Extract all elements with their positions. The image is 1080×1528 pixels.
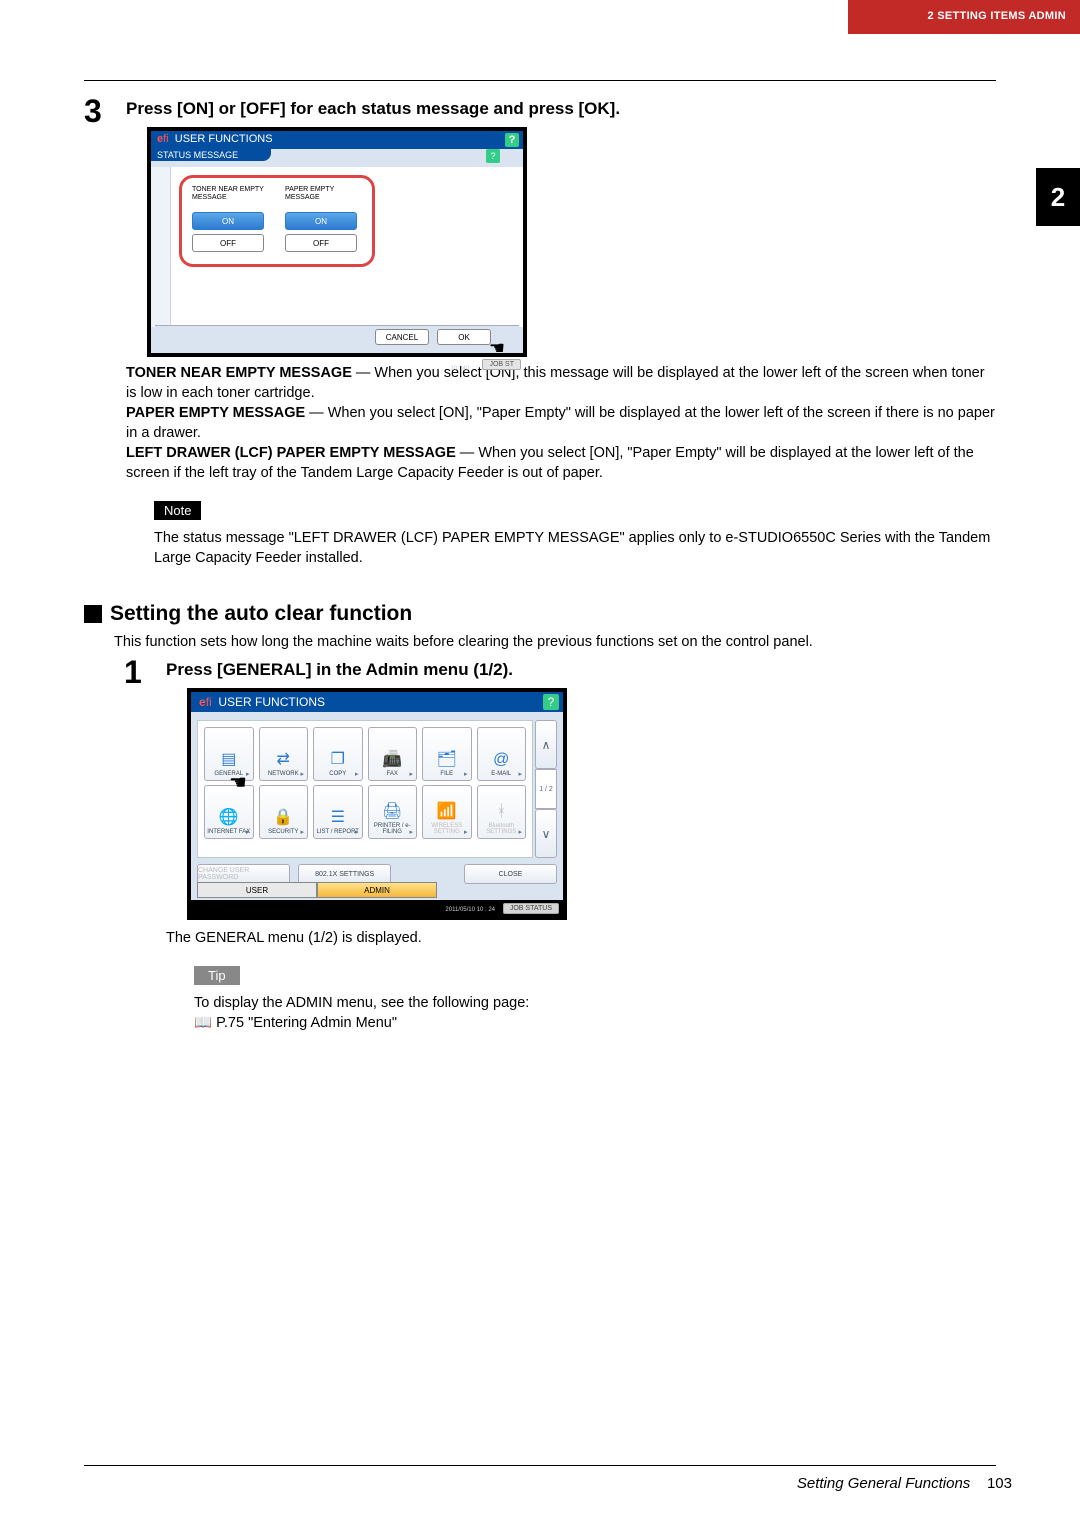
s1-title: USER FUNCTIONS (175, 133, 273, 145)
footer: Setting General Functions 103 (797, 1475, 1012, 1492)
help-icon[interactable]: ? (486, 149, 500, 163)
step-number: 3 (84, 95, 126, 568)
tip-line1: To display the ADMIN menu, see the follo… (194, 993, 996, 1013)
s1-footer: CANCEL OK (155, 325, 519, 349)
page-down-button[interactable]: ∨ (535, 809, 557, 858)
internet-fax-button[interactable]: 🌐INTERNET FAX▸ (204, 785, 254, 839)
header-section-bar: 2 SETTING ITEMS ADMIN (848, 0, 1080, 34)
paper-off-button[interactable]: OFF (285, 234, 357, 252)
network-button[interactable]: ⇄NETWORK▸ (259, 727, 309, 781)
page-up-button[interactable]: ∧ (535, 720, 557, 769)
list-report-button[interactable]: ☰LIST / REPORT▸ (313, 785, 363, 839)
desc2-bold: PAPER EMPTY MESSAGE (126, 405, 305, 421)
s2-datetime: 2011/05/10 10 : 24 (445, 907, 495, 913)
wireless-button[interactable]: 📶WIRELESS SETTING▸ (422, 785, 472, 839)
ok-button[interactable]: OK (437, 329, 491, 345)
file-button[interactable]: 🗂FILE▸ (422, 727, 472, 781)
job-status-button[interactable]: JOB ST (482, 359, 521, 370)
help-icon[interactable]: ? (543, 694, 559, 710)
footer-title: Setting General Functions (797, 1475, 970, 1492)
s1-titlebar: efi USER FUNCTIONS ? (151, 131, 523, 149)
pager: ∧ 1 / 2 ∨ (535, 720, 557, 858)
header-section-label: 2 SETTING ITEMS ADMIN (927, 10, 1066, 22)
status-message-screenshot: efi USER FUNCTIONS ? STATUS MESSAGE ? (147, 127, 527, 357)
s1-time: 10 : 40 (451, 366, 469, 372)
cancel-button[interactable]: CANCEL (375, 329, 429, 345)
desc3-bold: LEFT DRAWER (LCF) PAPER EMPTY MESSAGE (126, 445, 456, 461)
section-heading: Setting the auto clear function (84, 602, 996, 626)
section-heading-text: Setting the auto clear function (110, 602, 412, 626)
copy-button[interactable]: ❐COPY▸ (313, 727, 363, 781)
job-status-button[interactable]: JOB STATUS (503, 903, 559, 914)
note-text: The status message "LEFT DRAWER (LCF) PA… (154, 528, 996, 568)
step-title: Press [GENERAL] in the Admin menu (1/2). (166, 660, 996, 680)
highlight-outline: TONER NEAR EMPTY MESSAGE ON OFF PAPER EM… (179, 175, 375, 267)
step1-after-text: The GENERAL menu (1/2) is displayed. (166, 928, 996, 948)
page-content: 3 Press [ON] or [OFF] for each status me… (84, 80, 996, 1033)
help-icon[interactable]: ? (505, 133, 519, 147)
s2-titlebar: efi USER FUNCTIONS ? (191, 692, 563, 712)
toner-label: TONER NEAR EMPTY MESSAGE (192, 186, 269, 208)
admin-tab[interactable]: ADMIN (317, 882, 437, 898)
note-badge: Note (154, 501, 201, 520)
s1-breadcrumb: STATUS MESSAGE ? (151, 149, 271, 161)
8021x-settings-button[interactable]: 802.1X SETTINGS (298, 864, 391, 884)
book-icon: 📖 (194, 1015, 212, 1031)
step-number: 1 (124, 656, 166, 1033)
close-button[interactable]: CLOSE (464, 864, 557, 884)
bluetooth-button[interactable]: ᚼBluetooth SETTINGS▸ (477, 785, 527, 839)
footer-page: 103 (987, 1475, 1012, 1492)
toner-on-button[interactable]: ON (192, 212, 264, 230)
fax-button[interactable]: 📠FAX▸ (368, 727, 418, 781)
printer-efiling-button[interactable]: 🖨PRINTER / e-FILING▸ (368, 785, 418, 839)
s2-title: USER FUNCTIONS (218, 695, 325, 709)
paper-label: PAPER EMPTY MESSAGE (285, 186, 362, 208)
change-password-button[interactable]: CHANGE USER PASSWORD (197, 864, 290, 884)
chapter-number: 2 (1051, 182, 1065, 213)
user-tab[interactable]: USER (197, 882, 317, 898)
page-indicator: 1 / 2 (535, 769, 557, 809)
tip-badge: Tip (194, 966, 240, 985)
chapter-side-tab: 2 (1036, 168, 1080, 226)
s1-left-strip (151, 167, 171, 327)
step-1: 1 Press [GENERAL] in the Admin menu (1/2… (124, 656, 996, 1033)
email-button[interactable]: @E-MAIL▸ (477, 727, 527, 781)
square-bullet-icon (84, 605, 102, 623)
step-3: 3 Press [ON] or [OFF] for each status me… (84, 95, 996, 568)
admin-menu-screenshot: efi USER FUNCTIONS ? ▤GENERAL▸ ⇄NETWORK▸… (187, 688, 567, 920)
toner-off-button[interactable]: OFF (192, 234, 264, 252)
tip-ref: 📖 P.75 "Entering Admin Menu" (194, 1013, 996, 1033)
step-title: Press [ON] or [OFF] for each status mess… (126, 99, 996, 119)
divider-bottom (84, 1465, 996, 1466)
paper-on-button[interactable]: ON (285, 212, 357, 230)
security-button[interactable]: 🔒SECURITY▸ (259, 785, 309, 839)
divider-top (84, 80, 996, 81)
section-subtext: This function sets how long the machine … (114, 634, 996, 650)
general-button[interactable]: ▤GENERAL▸ (204, 727, 254, 781)
admin-grid: ▤GENERAL▸ ⇄NETWORK▸ ❐COPY▸ 📠FAX▸ 🗂FILE▸ … (197, 720, 533, 858)
description-block: TONER NEAR EMPTY MESSAGE — When you sele… (126, 363, 996, 483)
desc1-bold: TONER NEAR EMPTY MESSAGE (126, 365, 352, 381)
